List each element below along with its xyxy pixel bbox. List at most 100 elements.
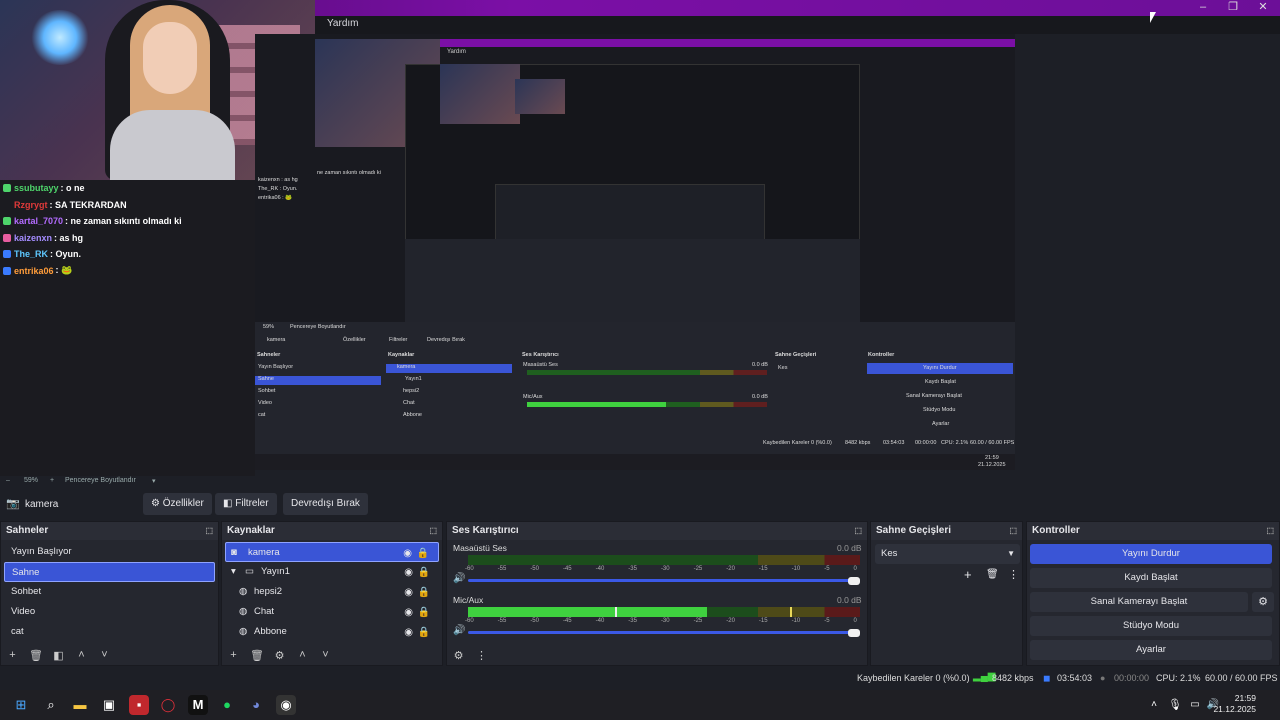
lock-icon[interactable]: 🔒 (418, 623, 430, 643)
popout-icon[interactable]: ⬚ (854, 522, 862, 540)
source-item-yayin1[interactable]: ▾ ▭ Yayın1 ◉ 🔒 (225, 562, 439, 582)
eye-icon[interactable]: ◉ (404, 563, 413, 583)
start-recording-button[interactable]: Kaydı Başlat (1030, 568, 1272, 588)
source-item-abbone[interactable]: ◍ Abbone ◉ 🔒 (225, 622, 439, 642)
close-button[interactable]: ✕ (1248, 0, 1278, 16)
source-item-hepsi2[interactable]: ◍ hepsi2 ◉ 🔒 (225, 582, 439, 602)
spotify-icon[interactable]: ● (217, 695, 237, 715)
popout-icon[interactable]: ⬚ (429, 522, 437, 540)
chevron-up-icon[interactable]: ˄ (1144, 695, 1164, 715)
volume-slider-knob[interactable] (848, 629, 860, 637)
popout-icon[interactable]: ⬚ (205, 522, 213, 540)
m-app-icon[interactable]: M (188, 695, 208, 715)
tick-label: -35 (628, 566, 637, 572)
studio-mode-button[interactable]: Stüdyo Modu (1030, 616, 1272, 636)
preview-canvas[interactable]: Yardım kaizenxn : as hg The_RK : Oyun. e… (255, 34, 1015, 470)
search-icon[interactable]: ⌕ (41, 695, 61, 715)
lock-icon[interactable]: 🔒 (418, 583, 430, 603)
eye-icon[interactable]: ◉ (404, 623, 413, 643)
obs-icon[interactable]: ◉ (276, 695, 296, 715)
zoom-plus-icon[interactable]: + (50, 477, 54, 484)
scene-item[interactable]: Video (4, 602, 215, 622)
speaker-icon[interactable]: 🔊 (453, 625, 465, 636)
start-virtual-camera-button[interactable]: Sanal Kamerayı Başlat (1030, 592, 1248, 612)
network-icon[interactable]: ▭ (1185, 695, 1205, 715)
volume-slider[interactable] (468, 631, 860, 634)
menu-help[interactable]: Yardım (327, 18, 359, 29)
transition-select[interactable]: Kes ▼ (875, 544, 1020, 564)
volume-slider[interactable] (468, 579, 860, 582)
chevron-down-icon[interactable]: ˅ (319, 649, 332, 662)
expand-chevron-icon[interactable]: ▾ (231, 562, 236, 582)
minimize-button[interactable]: – (1188, 0, 1218, 16)
chat-badge-icon (3, 250, 11, 259)
eye-icon[interactable]: ◉ (404, 603, 413, 623)
filter-icon[interactable]: ◧ (52, 649, 65, 662)
discord-icon[interactable]: ◕ (246, 695, 266, 715)
add-icon[interactable]: + (6, 649, 19, 662)
sources-title: Kaynaklar (227, 525, 275, 536)
fps: 60.00 / 60.00 FPS (1205, 673, 1278, 683)
more-icon[interactable]: ⋮ (1008, 568, 1019, 581)
chevron-down-icon[interactable]: ▾ (152, 477, 156, 485)
trash-icon[interactable]: 🗑 (29, 649, 43, 662)
file-explorer-icon[interactable]: ▬ (70, 695, 90, 715)
app-red-icon[interactable]: ▪ (129, 695, 149, 715)
opera-icon[interactable]: ◯ (158, 695, 178, 715)
zoom-minus-icon[interactable]: – (6, 477, 10, 484)
snipping-tool-icon[interactable]: ▣ (99, 695, 119, 715)
scene-item[interactable]: Sahne (4, 562, 215, 582)
lock-icon[interactable]: 🔒 (417, 544, 429, 564)
chat-message: kaizenxn: as hg (0, 230, 255, 247)
preview-mixer-title: Ses Karıştırıcı (522, 352, 559, 358)
stop-stream-button[interactable]: Yayını Durdur (1030, 544, 1272, 564)
mixer-header: Ses Karıştırıcı ⬚ (447, 522, 867, 540)
add-icon[interactable]: + (227, 649, 240, 662)
sources-dock: Kaynaklar ⬚ ◙ kamera ◉ 🔒 ▾ ▭ Yayın1 ◉ 🔒 ◍ h… (221, 521, 443, 666)
properties-button[interactable]: ⚙ Özellikler (143, 493, 212, 515)
source-item-kamera[interactable]: ◙ kamera ◉ 🔒 (225, 542, 439, 562)
cpu-usage: CPU: 2.1% (1156, 673, 1201, 683)
popout-icon[interactable]: ⬚ (1009, 522, 1017, 540)
chat-username: ssubutayy (14, 183, 59, 194)
chevron-up-icon[interactable]: ˄ (296, 649, 309, 662)
volume-slider-knob[interactable] (848, 577, 860, 585)
add-icon[interactable]: + (964, 567, 972, 582)
mouse-cursor-icon (1150, 12, 1156, 23)
virtual-camera-settings-icon[interactable]: ⚙ (1252, 592, 1274, 612)
popout-icon[interactable]: ⬚ (1266, 522, 1274, 540)
settings-cog-icon[interactable]: ⚙ (452, 649, 465, 662)
tick-label: -20 (726, 618, 735, 624)
source-item-chat[interactable]: ◍ Chat ◉ 🔒 (225, 602, 439, 622)
scene-item[interactable]: cat (4, 622, 215, 642)
eye-icon[interactable]: ◉ (403, 544, 412, 564)
maximize-button[interactable]: ❐ (1218, 0, 1248, 16)
chevron-up-icon[interactable]: ˄ (75, 649, 88, 662)
lock-icon[interactable]: 🔒 (418, 563, 430, 583)
scene-item[interactable]: Yayın Başlıyor (4, 542, 215, 562)
preview-zoom: 59% (263, 324, 275, 330)
trash-icon[interactable]: 🗑 (250, 649, 264, 662)
tick-label: -20 (726, 566, 735, 572)
microphone-icon[interactable]: 🎙 (1165, 695, 1185, 715)
windows-start-icon[interactable]: ⊞ (11, 695, 31, 715)
source-label: kamera (248, 547, 280, 558)
trash-icon[interactable]: 🗑 (986, 569, 999, 580)
preview-meter (527, 370, 767, 375)
filters-button[interactable]: ◧ Filtreler (215, 493, 277, 515)
fit-to-window[interactable]: Pencereye Boyutlandır (65, 477, 136, 484)
disable-button[interactable]: Devredışı Bırak (283, 493, 368, 515)
chevron-down-icon[interactable]: ˅ (98, 649, 111, 662)
lock-icon[interactable]: 🔒 (418, 603, 430, 623)
scene-item[interactable]: Sohbet (4, 582, 215, 602)
mic-audio-meter (468, 607, 860, 617)
settings-button[interactable]: Ayarlar (1030, 640, 1272, 660)
eye-icon[interactable]: ◉ (404, 583, 413, 603)
scenes-title: Sahneler (6, 525, 49, 536)
gear-icon[interactable]: ⚙ (273, 649, 286, 662)
chat-message: Rzgrygt: SA TEKRARDAN (0, 197, 255, 214)
speaker-icon[interactable]: 🔊 (453, 573, 465, 584)
taskbar-clock[interactable]: 21:59 21.12.2025 (1213, 693, 1256, 715)
zoom-bar: – 59% + Pencereye Boyutlandır ▾ (0, 476, 1280, 488)
more-icon[interactable]: ⋮ (475, 649, 488, 662)
